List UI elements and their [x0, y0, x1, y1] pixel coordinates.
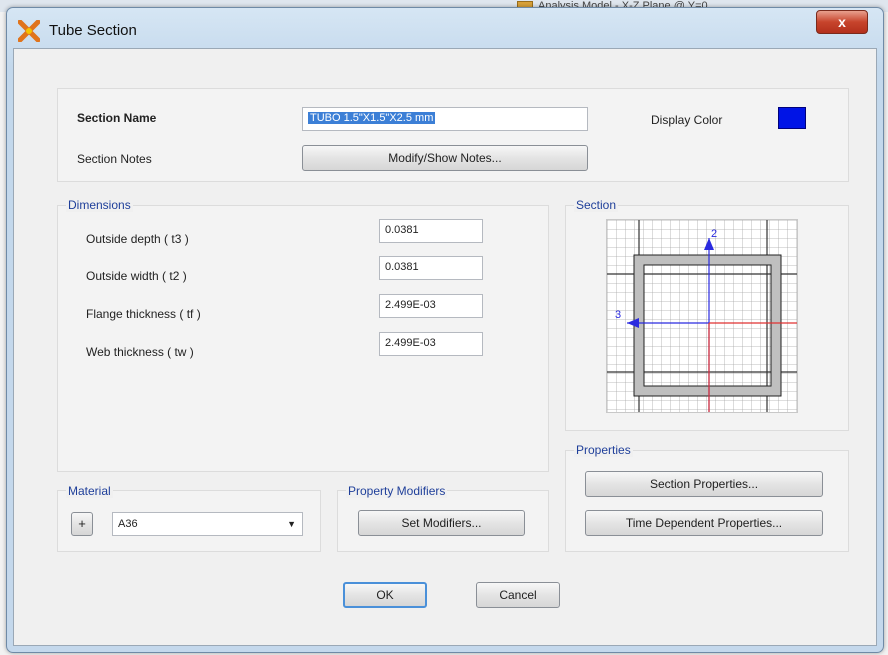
set-modifiers-button[interactable]: Set Modifiers...: [358, 510, 525, 536]
flange-thickness-input[interactable]: 2.499E-03: [379, 294, 483, 318]
close-button[interactable]: x: [816, 10, 868, 34]
cancel-button[interactable]: Cancel: [476, 582, 560, 608]
section-group-label: Section: [574, 198, 619, 212]
material-group-label: Material: [66, 484, 113, 498]
outside-width-input[interactable]: 0.0381: [379, 256, 483, 280]
properties-panel: [565, 450, 849, 552]
outside-depth-input[interactable]: 0.0381: [379, 219, 483, 243]
section-name-value: TUBO 1.5"X1.5"X2.5 mm: [308, 112, 436, 124]
chevron-down-icon[interactable]: ▼: [287, 513, 296, 535]
display-color-swatch[interactable]: [778, 107, 806, 129]
section-preview-drawing: 2 3: [606, 219, 798, 413]
web-thickness-input[interactable]: 2.499E-03: [379, 332, 483, 356]
outside-depth-label: Outside depth ( t3 ): [86, 232, 189, 246]
dimensions-group-label: Dimensions: [66, 198, 133, 212]
axis-3-label: 3: [615, 309, 621, 321]
app-icon: [18, 20, 40, 42]
section-properties-button[interactable]: Section Properties...: [585, 471, 823, 497]
add-material-button[interactable]: +: [71, 512, 93, 536]
section-name-input[interactable]: TUBO 1.5"X1.5"X2.5 mm: [302, 107, 588, 131]
outside-width-label: Outside width ( t2 ): [86, 269, 187, 283]
ok-button[interactable]: OK: [343, 582, 427, 608]
time-dependent-properties-button[interactable]: Time Dependent Properties...: [585, 510, 823, 536]
section-notes-label: Section Notes: [77, 152, 152, 166]
web-thickness-label: Web thickness ( tw ): [86, 345, 194, 359]
flange-thickness-label: Flange thickness ( tf ): [86, 307, 201, 321]
dialog-title: Tube Section: [49, 22, 137, 39]
material-select[interactable]: A36 ▼: [112, 512, 303, 536]
properties-group-label: Properties: [574, 443, 633, 457]
section-name-label: Section Name: [77, 111, 157, 125]
display-color-label: Display Color: [651, 113, 723, 127]
axis-2-label: 2: [711, 228, 717, 240]
modify-show-notes-button[interactable]: Modify/Show Notes...: [302, 145, 588, 171]
material-selected-value: A36: [118, 518, 138, 530]
property-modifiers-group-label: Property Modifiers: [346, 484, 448, 498]
